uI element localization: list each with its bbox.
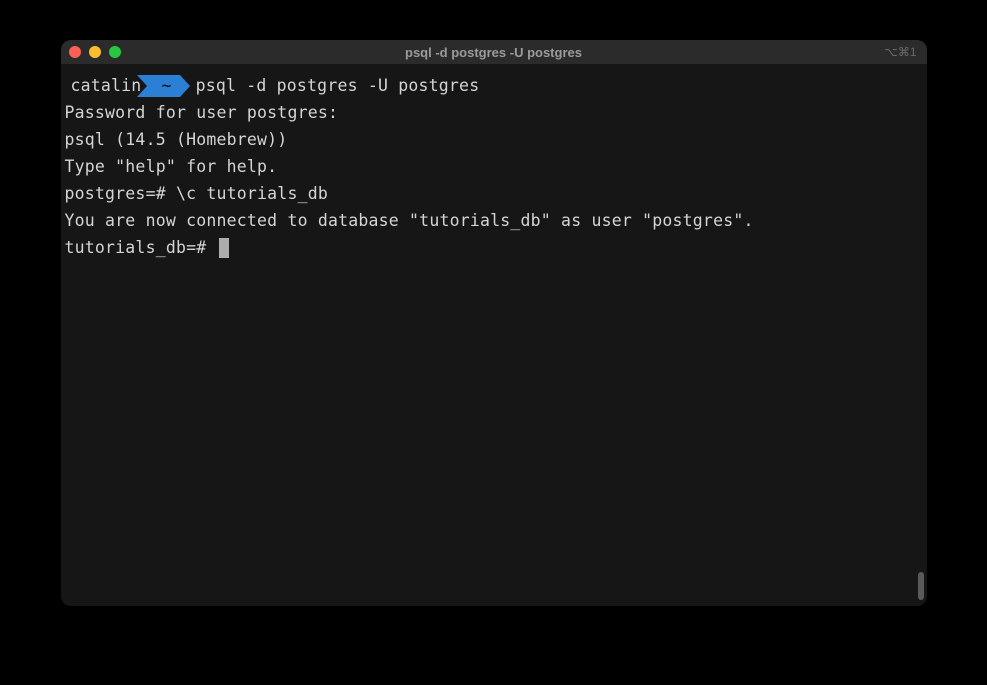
title-bar[interactable]: psql -d postgres -U postgres ⌥⌘1	[61, 40, 927, 64]
terminal-body[interactable]: catalin ~ psql -d postgres -U postgres P…	[61, 64, 927, 606]
output-line: postgres=# \c tutorials_db	[65, 180, 923, 207]
prompt-command: psql -d postgres -U postgres	[192, 72, 480, 99]
maximize-icon[interactable]	[109, 46, 121, 58]
output-line: psql (14.5 (Homebrew))	[65, 126, 923, 153]
psql-prompt-text: tutorials_db=#	[65, 238, 217, 257]
window-shortcut-indicator: ⌥⌘1	[884, 45, 917, 59]
output-line: You are now connected to database "tutor…	[65, 207, 923, 234]
terminal-window: psql -d postgres -U postgres ⌥⌘1 catalin…	[61, 40, 927, 606]
close-icon[interactable]	[69, 46, 81, 58]
psql-prompt-line: tutorials_db=#	[65, 234, 923, 261]
prompt-path-badge: ~	[147, 75, 179, 97]
output-line: Password for user postgres:	[65, 99, 923, 126]
scrollbar-thumb[interactable]	[918, 572, 924, 600]
output-line: Type "help" for help.	[65, 153, 923, 180]
prompt-path-text: ~	[161, 72, 171, 99]
prompt-user: catalin	[65, 72, 148, 99]
minimize-icon[interactable]	[89, 46, 101, 58]
window-title: psql -d postgres -U postgres	[61, 45, 927, 60]
shell-prompt-line: catalin ~ psql -d postgres -U postgres	[65, 72, 923, 99]
cursor-icon	[219, 238, 229, 258]
traffic-lights	[69, 46, 121, 58]
